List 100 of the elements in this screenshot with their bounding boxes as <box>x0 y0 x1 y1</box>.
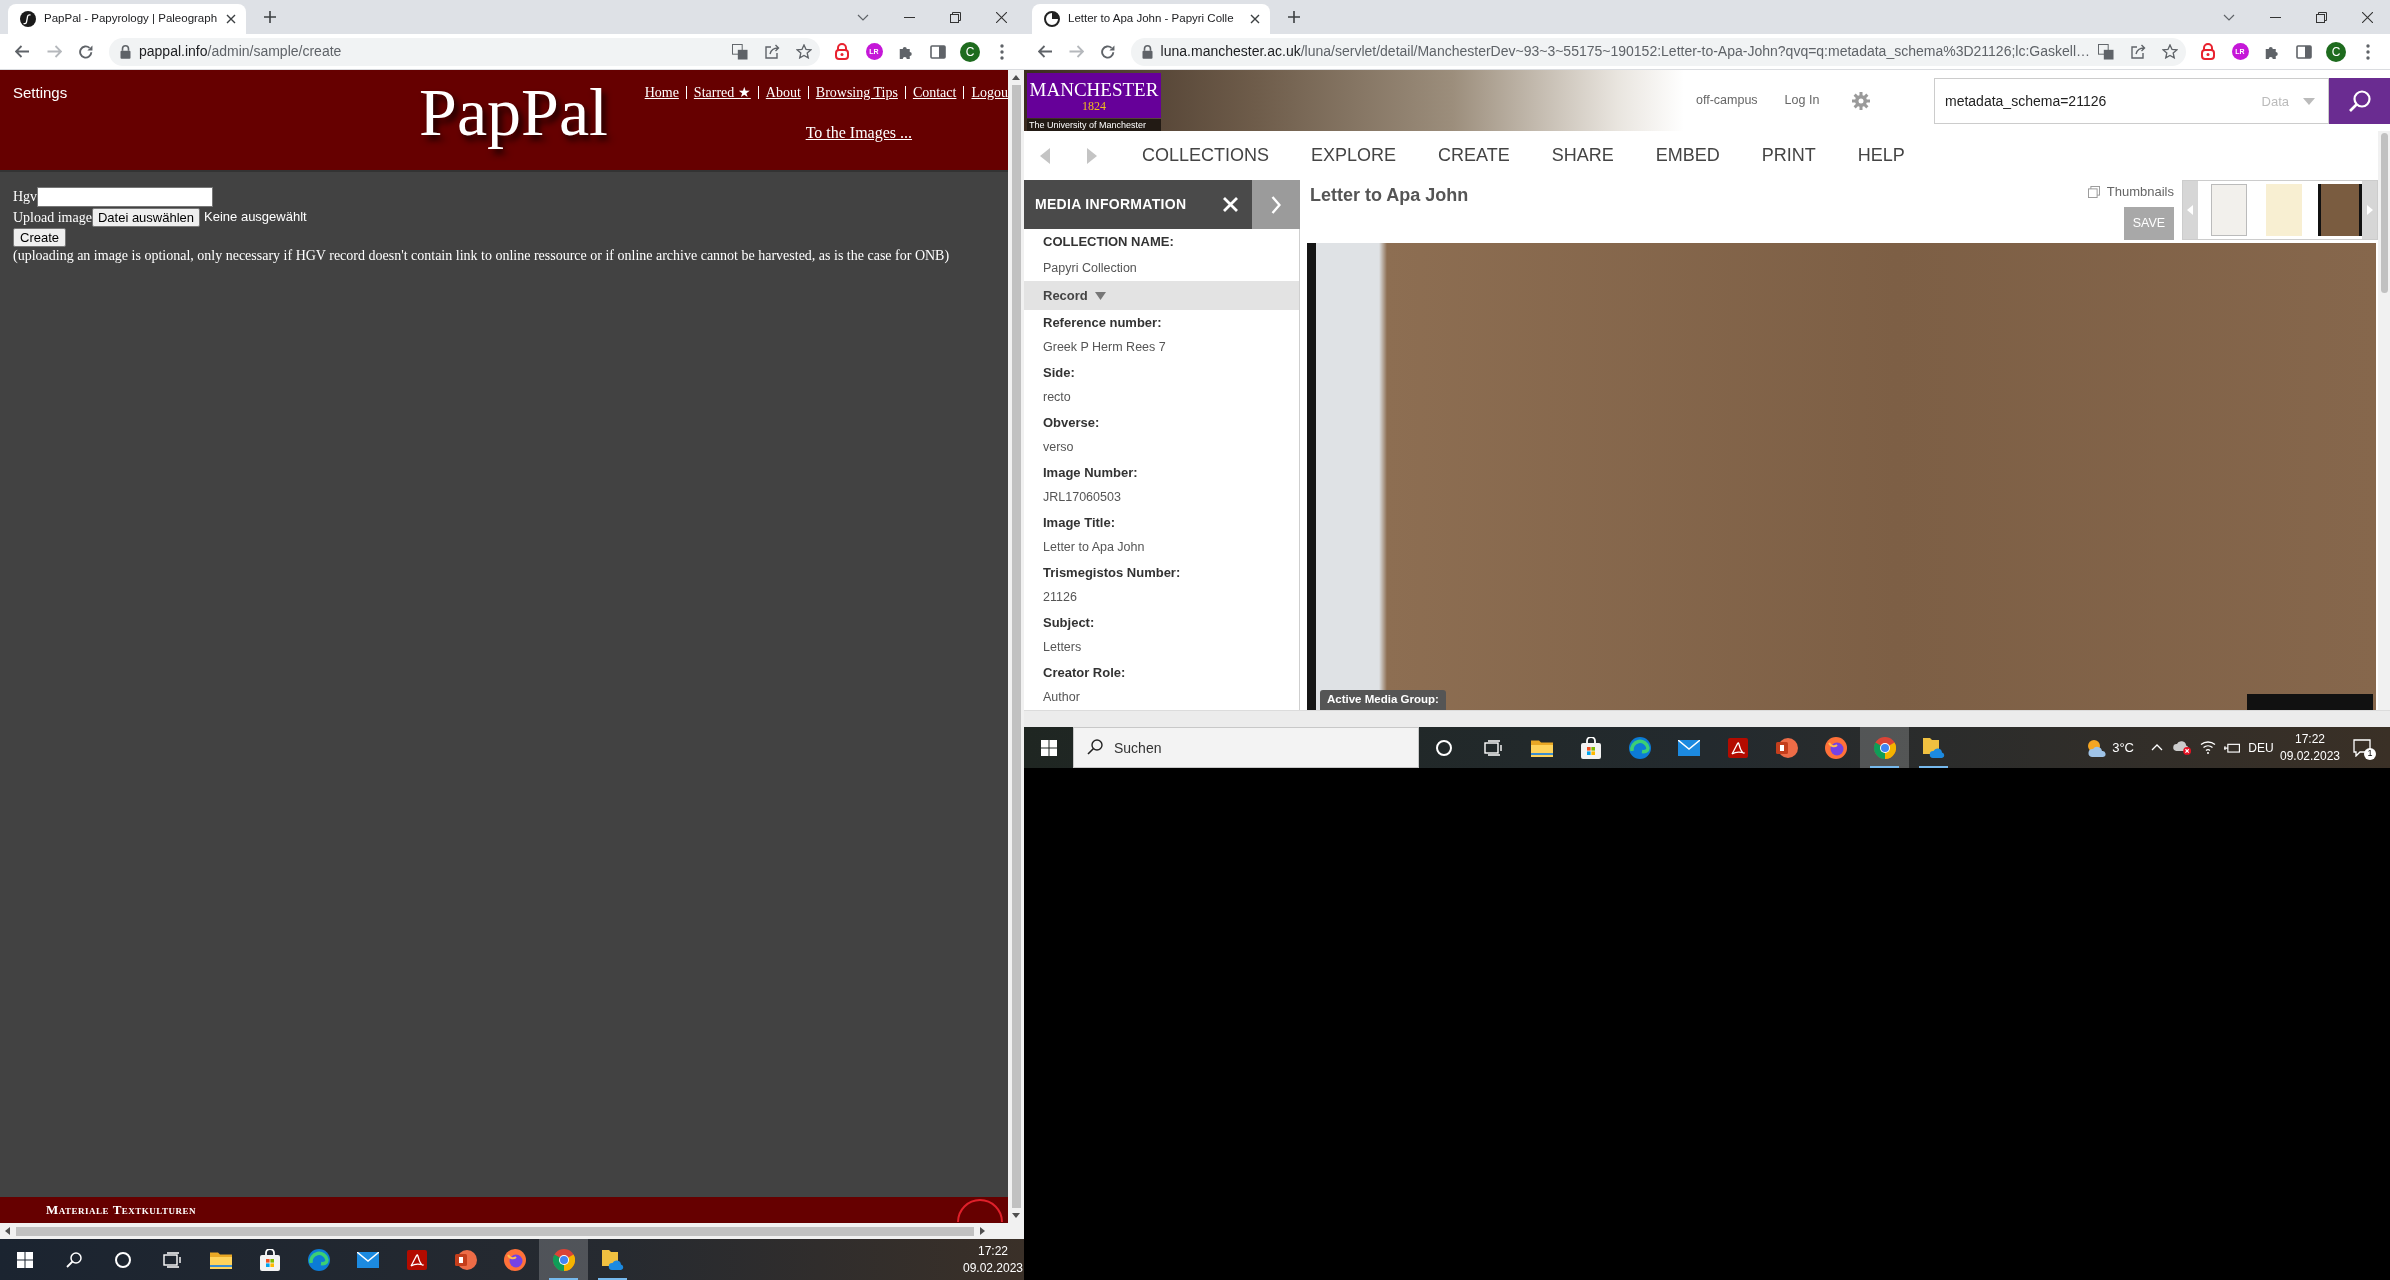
scrollbar-thumb[interactable] <box>2380 133 2388 293</box>
viewer-title: Letter to Apa John <box>1310 185 1469 205</box>
login-link[interactable]: Log In <box>1784 91 1820 110</box>
globe-icon <box>1824 736 1847 759</box>
address-bar[interactable]: pappal.info/admin/sample/create <box>109 37 820 66</box>
close-icon[interactable] <box>226 14 236 24</box>
translate-icon[interactable] <box>732 43 748 60</box>
battery-icon[interactable] <box>2224 742 2240 753</box>
hgv-input[interactable] <box>37 186 214 207</box>
taskbar-search-field[interactable]: Suchen <box>1073 727 1419 768</box>
panel-toggle-button[interactable] <box>1252 180 1300 229</box>
reload-icon[interactable] <box>1101 44 1115 59</box>
browser-tab[interactable]: Letter to Apa John - Papyri Colle <box>1032 4 1270 34</box>
profile-avatar[interactable]: C <box>960 41 980 62</box>
images-link[interactable]: To the Images ... <box>805 124 913 141</box>
nav-menu-item[interactable]: COLLECTIONS <box>1142 142 1270 169</box>
share-icon[interactable] <box>2130 44 2146 59</box>
scrollbar-thumb[interactable] <box>1011 85 1021 1208</box>
clock-date[interactable]: 09.02.2023 <box>962 1259 1024 1277</box>
site-logo: PapPal <box>419 75 609 149</box>
favicon-icon <box>1044 11 1060 27</box>
scroll-down-arrow-icon[interactable] <box>1012 1213 1020 1218</box>
nav-menu-item[interactable]: HELP <box>1857 142 1905 169</box>
back-arrow-icon[interactable] <box>14 45 30 58</box>
clock-time[interactable]: 17:22 <box>2295 730 2325 748</box>
vertical-scrollbar[interactable] <box>1008 70 1024 1223</box>
side-panel-icon[interactable] <box>2296 44 2312 59</box>
nav-link[interactable]: Home <box>644 82 679 103</box>
nav-menu-item[interactable]: CREATE <box>1438 142 1510 169</box>
clock-date[interactable]: 09.02.2023 <box>2279 747 2341 765</box>
thumbnail[interactable] <box>2317 184 2363 236</box>
new-tab-icon[interactable] <box>1288 11 1300 23</box>
minimize-icon[interactable] <box>903 16 915 18</box>
thumbnails-label[interactable]: Thumbnails <box>2106 182 2174 202</box>
tab-search-caret-icon[interactable] <box>857 13 869 21</box>
restore-icon[interactable] <box>2315 11 2327 23</box>
side-panel-icon[interactable] <box>930 44 946 59</box>
reload-icon[interactable] <box>79 44 93 59</box>
horizontal-scrollbar[interactable] <box>0 1223 1024 1239</box>
scroll-right-arrow-icon[interactable] <box>980 1227 985 1235</box>
padlock-icon[interactable] <box>2201 43 2215 60</box>
thumbnail[interactable] <box>2265 184 2302 236</box>
thumbnail[interactable] <box>2210 184 2247 236</box>
settings-link[interactable]: Settings <box>13 84 68 101</box>
create-button[interactable]: Create <box>13 227 67 247</box>
wifi-icon[interactable] <box>2200 741 2216 754</box>
nav-link[interactable]: Starred ★ <box>693 82 751 103</box>
bookmark-star-icon[interactable] <box>2162 44 2178 59</box>
temperature-text[interactable]: 3°C <box>2112 737 2134 758</box>
nav-menu-item[interactable]: PRINT <box>1761 142 1816 169</box>
clock-time[interactable]: 17:22 <box>978 1242 1008 1260</box>
vertical-scrollbar[interactable] <box>2378 131 2390 710</box>
lock-icon[interactable] <box>120 44 131 59</box>
field-value: verso <box>1043 439 1074 457</box>
nav-menu-item[interactable]: EXPLORE <box>1311 142 1397 169</box>
share-icon[interactable] <box>764 44 780 59</box>
tab-search-caret-icon[interactable] <box>2223 13 2235 21</box>
logo-block[interactable]: MANCHESTER 1824 <box>1027 73 1161 118</box>
slides-icon <box>1775 737 1798 758</box>
sun-cloud-icon[interactable] <box>2086 738 2107 757</box>
cloud-error-icon[interactable] <box>2173 740 2191 755</box>
nav-link[interactable]: Logou <box>971 82 1008 103</box>
logo-year: 1824 <box>1082 99 1106 112</box>
search-button[interactable] <box>2329 77 2390 124</box>
nav-link[interactable]: About <box>765 82 801 103</box>
puzzle-icon[interactable] <box>899 44 913 59</box>
minimize-icon[interactable] <box>2269 16 2281 18</box>
folder-icon <box>209 1250 232 1269</box>
restore-icon[interactable] <box>949 11 961 23</box>
padlock-icon[interactable] <box>835 43 849 60</box>
browser-icon <box>1873 736 1896 759</box>
back-arrow-icon[interactable] <box>1038 45 1054 58</box>
address-bar[interactable]: luna.manchester.ac.uk/luna/servlet/detail/ManchesterDev~93~3~55175~190152:Letter-to-Apa-John?qvq=q:metadata_schema%3D21126;lc:Gaskell… <box>1130 37 2186 66</box>
translate-icon[interactable] <box>2098 43 2114 60</box>
settings-icon[interactable] <box>1852 91 1871 110</box>
nav-link[interactable]: Browsing Tips <box>815 82 898 103</box>
scroll-up-arrow-icon[interactable] <box>1012 75 1020 80</box>
close-icon[interactable] <box>1250 14 1260 24</box>
horizontal-scrollbar[interactable] <box>1024 710 2390 727</box>
campus-link[interactable]: off-campus <box>1696 91 1758 110</box>
record-section-toggle[interactable]: Record <box>1024 281 1299 310</box>
nav-menu-item[interactable]: EMBED <box>1655 142 1720 169</box>
close-icon[interactable] <box>995 11 1007 23</box>
scroll-left-arrow-icon[interactable] <box>5 1227 10 1235</box>
close-icon[interactable] <box>2361 11 2373 23</box>
browser-tab[interactable]: PapPal - Papyrology | Paleograph <box>8 4 246 34</box>
puzzle-icon[interactable] <box>2265 44 2279 59</box>
bookmark-star-icon[interactable] <box>796 44 812 59</box>
lock-icon[interactable] <box>1141 44 1153 59</box>
file-choose-button[interactable]: Datei auswählen <box>91 207 201 227</box>
language-indicator[interactable]: DEU <box>2244 738 2278 757</box>
scrollbar-thumb[interactable] <box>16 1226 974 1236</box>
new-tab-icon[interactable] <box>264 11 276 23</box>
menu-dots-icon[interactable] <box>1000 43 1004 60</box>
chevron-up-icon[interactable] <box>2151 744 2163 751</box>
profile-avatar[interactable]: C <box>2326 41 2346 62</box>
nav-link[interactable]: Contact <box>912 82 957 103</box>
nav-menu-item[interactable]: SHARE <box>1551 142 1614 169</box>
notification-icon[interactable] <box>2353 738 2371 757</box>
menu-dots-icon[interactable] <box>2366 43 2370 60</box>
